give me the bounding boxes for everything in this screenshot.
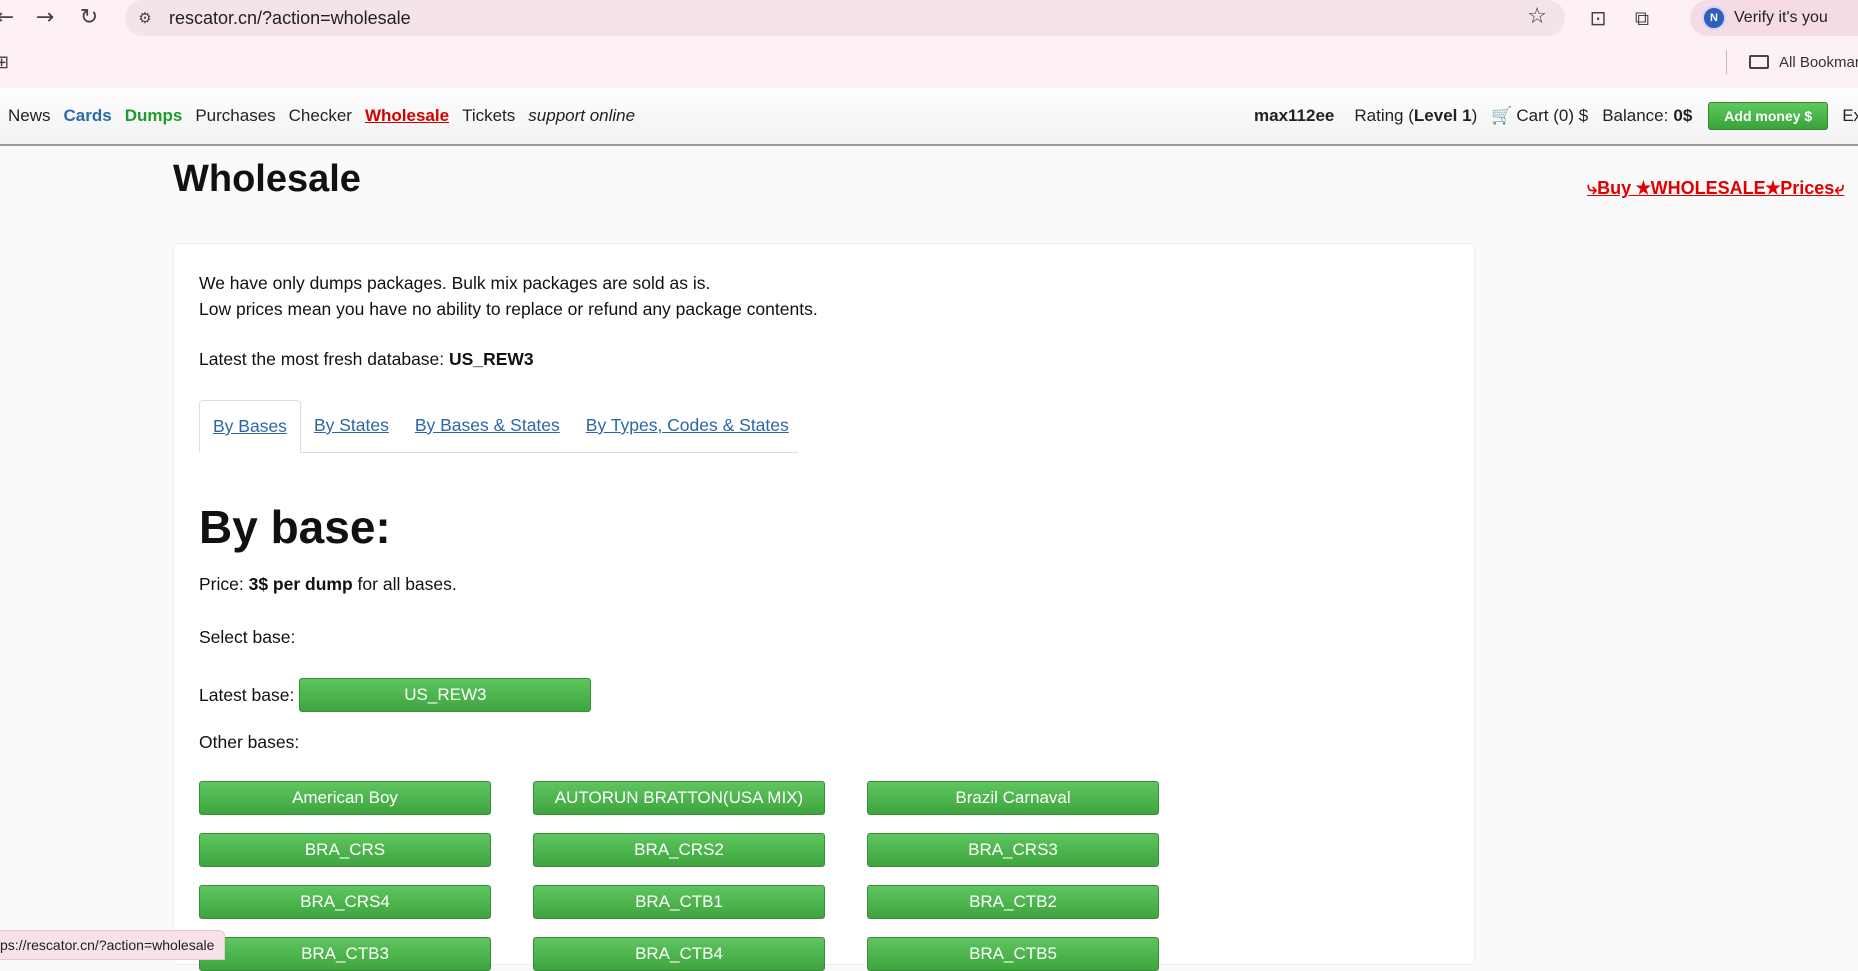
base-button[interactable]: BRA_CTB2 <box>867 885 1159 919</box>
apps-grid-icon[interactable]: ⊞ <box>0 52 9 73</box>
arrow-right-icon[interactable]: → <box>28 0 62 34</box>
folder-icon <box>1749 55 1769 69</box>
base-button[interactable]: American Boy <box>199 781 491 815</box>
latest-base-button[interactable]: US_REW3 <box>299 678 592 712</box>
main-menu: News Cards Dumps Purchases Checker Whole… <box>8 88 648 144</box>
base-button[interactable]: BRA_CRS3 <box>867 833 1159 867</box>
site-settings-icon[interactable]: ⚙ <box>135 8 155 28</box>
rating-prefix: Rating ( <box>1354 106 1414 125</box>
verify-button[interactable]: N Verify it's you <box>1690 0 1858 36</box>
profile-avatar: N <box>1702 6 1726 30</box>
price-line: Price: 3$ per dump for all bases. <box>199 574 457 595</box>
latest-database-line: Latest the most fresh database: US_REW3 <box>199 349 534 370</box>
base-button[interactable]: Brazil Carnaval <box>867 781 1159 815</box>
latest-db-label: Latest the most fresh database: <box>199 349 445 369</box>
rating-level: Level 1 <box>1413 106 1472 125</box>
address-bar[interactable]: ⚙ rescator.cn/?action=wholesale ☆ <box>125 0 1565 36</box>
arrow-left-icon[interactable]: ← <box>0 0 22 34</box>
username[interactable]: max112ee <box>1254 106 1334 126</box>
page-title: Wholesale <box>173 158 361 200</box>
price-value: 3$ per dump <box>248 574 353 594</box>
base-button[interactable]: BRA_CTB1 <box>533 885 825 919</box>
base-button[interactable]: BRA_CTB5 <box>867 937 1159 971</box>
latest-base-label: Latest base: <box>199 684 295 705</box>
nav-tickets[interactable]: Tickets <box>462 106 515 126</box>
intro-text: We have only dumps packages. Bulk mix pa… <box>199 270 818 322</box>
price-suffix: for all bases. <box>357 574 457 594</box>
tab-by-bases-and-states[interactable]: By Bases & States <box>402 399 573 452</box>
nav-purchases[interactable]: Purchases <box>195 106 275 126</box>
intro-line-1: We have only dumps packages. Bulk mix pa… <box>199 273 711 293</box>
status-bar-url: ps://rescator.cn/?action=wholesale <box>0 930 226 960</box>
select-base-label: Select base: <box>199 627 296 647</box>
tab-by-states[interactable]: By States <box>301 399 402 452</box>
nav-dumps[interactable]: Dumps <box>125 106 183 126</box>
content-panel: We have only dumps packages. Bulk mix pa… <box>173 243 1475 971</box>
intro-line-2: Low prices mean you have no ability to r… <box>199 299 818 319</box>
balance-value: 0$ <box>1673 106 1693 125</box>
account-area: max112ee Rating (Level 1) 🛒 Cart (0) $ B… <box>1254 88 1858 144</box>
cart-link[interactable]: Cart (0) $ <box>1516 106 1588 126</box>
base-button[interactable]: AUTORUN BRATTON(USA MIX) <box>533 781 825 815</box>
cart-icon[interactable]: 🛒 <box>1491 106 1512 126</box>
price-label: Price: <box>199 574 244 594</box>
nav-support-online[interactable]: support online <box>528 106 635 126</box>
tab-by-bases[interactable]: By Bases <box>199 400 301 453</box>
bookmark-star-icon[interactable]: ☆ <box>1527 4 1547 29</box>
base-button[interactable]: BRA_CTB4 <box>533 937 825 971</box>
tab-bar: By Bases By States By Bases & States By … <box>199 400 798 453</box>
all-bookmarks-label: All Bookmar <box>1779 53 1858 71</box>
nav-cards[interactable]: Cards <box>64 106 112 126</box>
browser-toolbar: ← → ↻ ⚙ rescator.cn/?action=wholesale ☆ … <box>0 0 1858 88</box>
latest-base-row: Latest base: US_REW3 <box>199 678 592 712</box>
buy-wholesale-prices-link[interactable]: ⤷Buy ★WHOLESALE★Prices⤶ <box>1587 178 1844 199</box>
all-bookmarks-button[interactable]: All Bookmar <box>1726 50 1858 74</box>
section-heading: By base: <box>199 501 391 553</box>
verify-label: Verify it's you <box>1734 9 1828 26</box>
nav-checker[interactable]: Checker <box>289 106 352 126</box>
base-button[interactable]: BRA_CRS4 <box>199 885 491 919</box>
tab-by-types-codes-states[interactable]: By Types, Codes & States <box>573 399 802 452</box>
base-button[interactable]: BRA_CRS2 <box>533 833 825 867</box>
balance-label: Balance: <box>1602 106 1669 125</box>
other-bases-label: Other bases: <box>199 732 300 752</box>
exit-link[interactable]: Exit <box>1842 106 1858 126</box>
add-money-button[interactable]: Add money $ <box>1708 102 1829 130</box>
nav-news[interactable]: News <box>8 106 51 126</box>
reload-icon[interactable]: ↻ <box>72 0 106 34</box>
rating-suffix: ) <box>1471 106 1478 125</box>
latest-db-value: US_REW3 <box>449 349 534 369</box>
site-nav-bar: News Cards Dumps Purchases Checker Whole… <box>0 88 1858 146</box>
base-button[interactable]: BRA_CRS <box>199 833 491 867</box>
other-bases-grid: American Boy AUTORUN BRATTON(USA MIX) Br… <box>199 781 1159 971</box>
nav-wholesale[interactable]: Wholesale <box>365 106 449 126</box>
url-text[interactable]: rescator.cn/?action=wholesale <box>169 8 411 29</box>
puzzle-icon[interactable]: ⧉ <box>1628 4 1656 32</box>
extension-icon[interactable]: ⊡ <box>1584 4 1612 32</box>
base-button[interactable]: BRA_CTB3 <box>199 937 491 971</box>
